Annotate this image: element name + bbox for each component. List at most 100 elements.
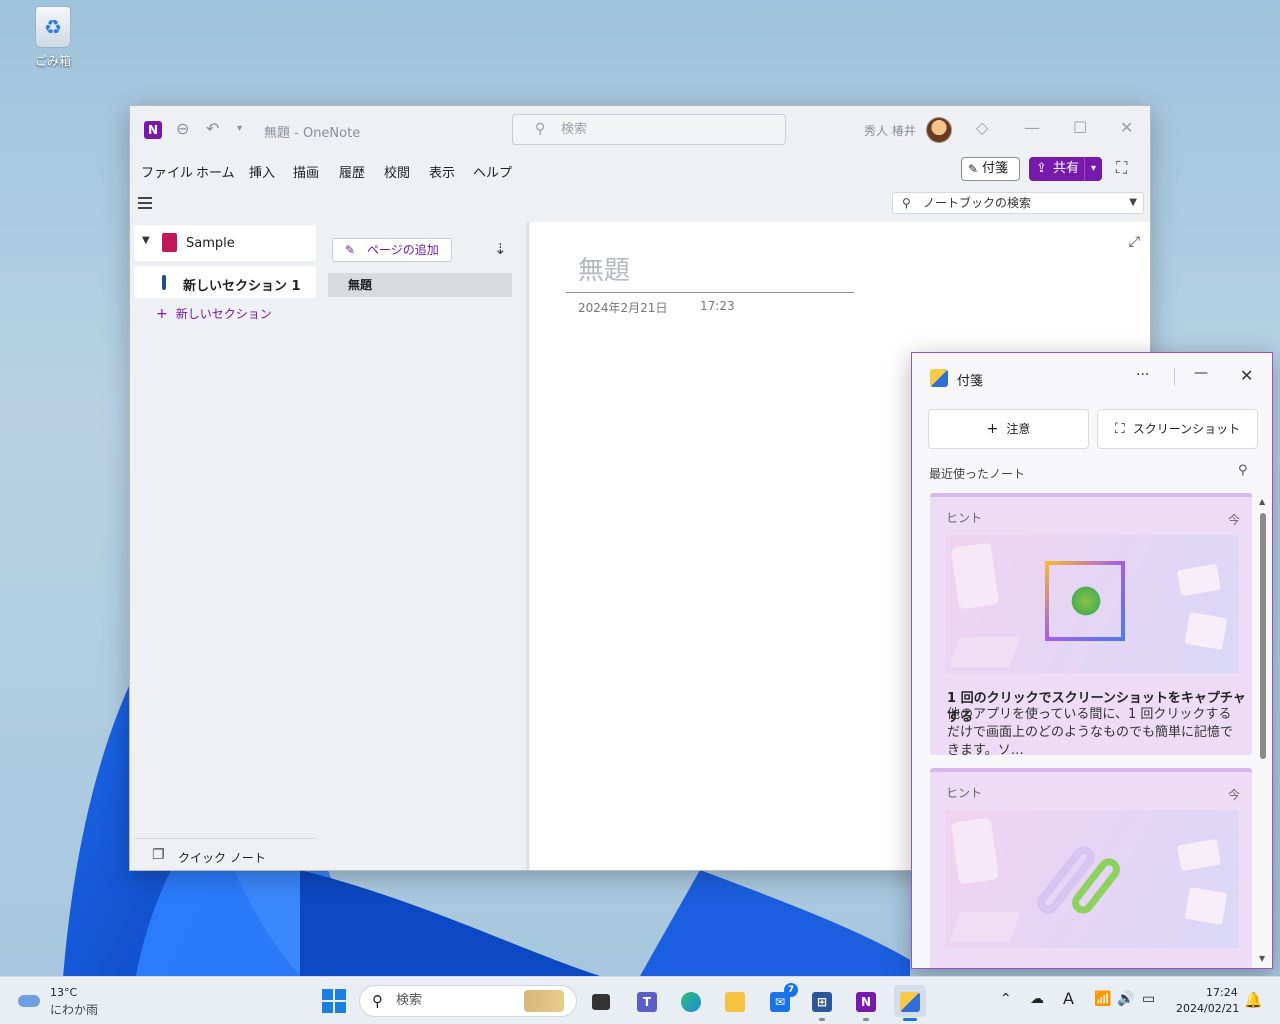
file-explorer-button[interactable] (719, 985, 751, 1017)
close-icon[interactable]: ✕ (1240, 366, 1253, 385)
chevron-up-icon[interactable]: ⌃ (1000, 991, 1012, 1007)
quick-access-dropdown-icon[interactable]: ▾ (237, 123, 242, 134)
new-note-button[interactable]: + 注意 (928, 409, 1089, 449)
running-indicator (863, 1018, 869, 1021)
avatar[interactable] (926, 117, 952, 143)
sticky-notes-window: 付箋 ··· — ✕ + 注意 ⛶ スクリーンショット 最近使ったノート ⚲ ヒント… (911, 352, 1273, 969)
add-section-button[interactable]: + 新しいセクション (156, 305, 272, 322)
notebook-name: Sample (186, 236, 235, 251)
ime-mode-icon[interactable]: A (1063, 989, 1074, 1008)
weather-temperature[interactable]: 13°C (50, 986, 77, 999)
menu-file[interactable]: ファイル (141, 162, 193, 181)
share-button-label: 共有 (1053, 161, 1080, 176)
taskbar-search-placeholder: 検索 (396, 993, 423, 1008)
pane-divider[interactable] (526, 222, 529, 870)
menu-draw[interactable]: 描画 (293, 162, 319, 181)
notebook-item[interactable]: ▼ Sample (134, 225, 316, 261)
sticky-notes-taskbar-button[interactable] (894, 985, 926, 1021)
clock-time[interactable]: 17:24 (1206, 986, 1238, 999)
section-color-tab (162, 275, 166, 290)
title-search-placeholder: 検索 (561, 122, 588, 137)
quick-note-label: クイック ノート (178, 851, 266, 865)
share-dropdown-icon[interactable]: ▾ (1084, 157, 1102, 181)
page-title[interactable]: 無題 (578, 250, 630, 287)
recycle-bin-label: ごみ箱 (34, 54, 71, 68)
mail-button[interactable]: ✉ 7 (764, 983, 798, 1017)
weather-icon[interactable] (18, 989, 42, 1011)
edge-button[interactable] (675, 985, 707, 1017)
note-time: 今 (1227, 513, 1240, 527)
note-card[interactable]: ヒント 今 1 回のクリックでスクリーンショットをキャプチャする 他のアプリを使… (930, 493, 1252, 758)
notification-bell-icon[interactable]: 🔔 (1244, 991, 1263, 1009)
teams-icon: T (637, 991, 657, 1012)
screenshot-button[interactable]: ⛶ スクリーンショット (1097, 409, 1258, 449)
sort-icon[interactable]: ⇣ (494, 240, 507, 258)
recent-notes-label: 最近使ったノート (929, 467, 1026, 481)
scroll-down-icon[interactable]: ▼ (1259, 954, 1265, 963)
onenote-taskbar-button[interactable]: N (850, 985, 882, 1021)
note-tag: ヒント (946, 786, 983, 800)
add-page-label: ページの追加 (367, 243, 439, 257)
premium-diamond-icon[interactable]: ◇ (976, 118, 988, 137)
menu-review[interactable]: 校閲 (384, 162, 410, 181)
divider (1174, 368, 1175, 386)
task-view-icon (592, 993, 610, 1010)
tip-illustration (945, 535, 1239, 673)
search-icon[interactable]: ⚲ (1238, 463, 1248, 478)
recycle-bin-shortcut[interactable]: ごみ箱 (22, 6, 84, 69)
more-options-icon[interactable]: ··· (1136, 367, 1149, 383)
battery-icon[interactable]: ▭ (1142, 991, 1155, 1007)
minimize-icon[interactable]: — (1024, 118, 1040, 137)
task-view-button[interactable] (585, 985, 617, 1017)
menu-view[interactable]: 表示 (429, 162, 455, 181)
scroll-up-icon[interactable]: ▲ (1259, 497, 1265, 506)
folder-icon (725, 991, 745, 1012)
user-name[interactable]: 秀人 椿井 (864, 122, 916, 139)
menu-history[interactable]: 履歴 (339, 162, 365, 181)
add-page-button[interactable]: ✎ ページの追加 (332, 238, 452, 262)
search-highlight-icon (524, 990, 564, 1012)
share-button[interactable]: ⇪ 共有 ▾ (1029, 157, 1102, 181)
notebook-search[interactable]: ⚲ ノートブックの検索 ▼ (892, 192, 1144, 214)
note-card[interactable]: ヒント 今 (930, 768, 1252, 968)
page-item[interactable]: 無題 (328, 273, 512, 297)
volume-icon[interactable]: 🔊 (1117, 991, 1134, 1007)
close-icon[interactable]: ✕ (1120, 118, 1133, 137)
menu-help[interactable]: ヘルプ (473, 162, 512, 181)
quick-note-button[interactable]: ❐ クイック ノート (134, 838, 316, 870)
note-tag: ヒント (946, 511, 983, 525)
sticky-note-icon: ✎ (968, 162, 979, 176)
onedrive-cloud-icon[interactable]: ☁ (1030, 991, 1044, 1007)
back-icon[interactable]: ⊖ (176, 119, 189, 138)
scrollbar-thumb[interactable] (1260, 513, 1266, 759)
wifi-icon[interactable]: 📶 (1094, 991, 1111, 1007)
sticky-notes-button-label: 付箋 (982, 161, 1009, 176)
presenter-icon[interactable]: ⛶ (1116, 158, 1127, 178)
clock-date[interactable]: 2024/02/21 (1176, 1002, 1239, 1015)
store-icon: ⊞ (812, 991, 832, 1012)
expand-icon[interactable]: ⤢ (1129, 234, 1140, 250)
section-item[interactable]: 新しいセクション 1 (134, 266, 316, 298)
new-page-icon: ✎ (345, 243, 356, 257)
title-search-box[interactable]: ⚲ 検索 (512, 114, 786, 145)
scrollbar[interactable]: ▲ ▼ (1259, 497, 1267, 963)
new-note-label: 注意 (1006, 422, 1031, 436)
menu-home[interactable]: ホーム (196, 162, 235, 181)
minimize-icon[interactable]: — (1194, 365, 1208, 381)
page-time: 17:23 (700, 299, 735, 313)
sticky-notes-button[interactable]: ✎ 付箋 (961, 157, 1020, 181)
weather-description[interactable]: にわか雨 (50, 1001, 98, 1018)
start-button[interactable] (322, 989, 346, 1013)
teams-button[interactable]: T (631, 985, 663, 1017)
taskbar-search[interactable]: ⚲ 検索 (359, 985, 577, 1017)
share-icon: ⇪ (1036, 161, 1047, 176)
chevron-down-icon[interactable]: ▼ (1129, 193, 1137, 213)
hamburger-menu-icon[interactable] (138, 197, 152, 209)
menu-insert[interactable]: 挿入 (249, 162, 275, 181)
chevron-down-icon[interactable]: ▼ (142, 235, 150, 246)
maximize-icon[interactable]: ☐ (1073, 118, 1087, 137)
add-section-label: 新しいセクション (175, 307, 272, 321)
undo-icon[interactable]: ↶ (206, 119, 219, 138)
running-indicator (819, 1018, 825, 1021)
store-button[interactable]: ⊞ (806, 985, 838, 1021)
